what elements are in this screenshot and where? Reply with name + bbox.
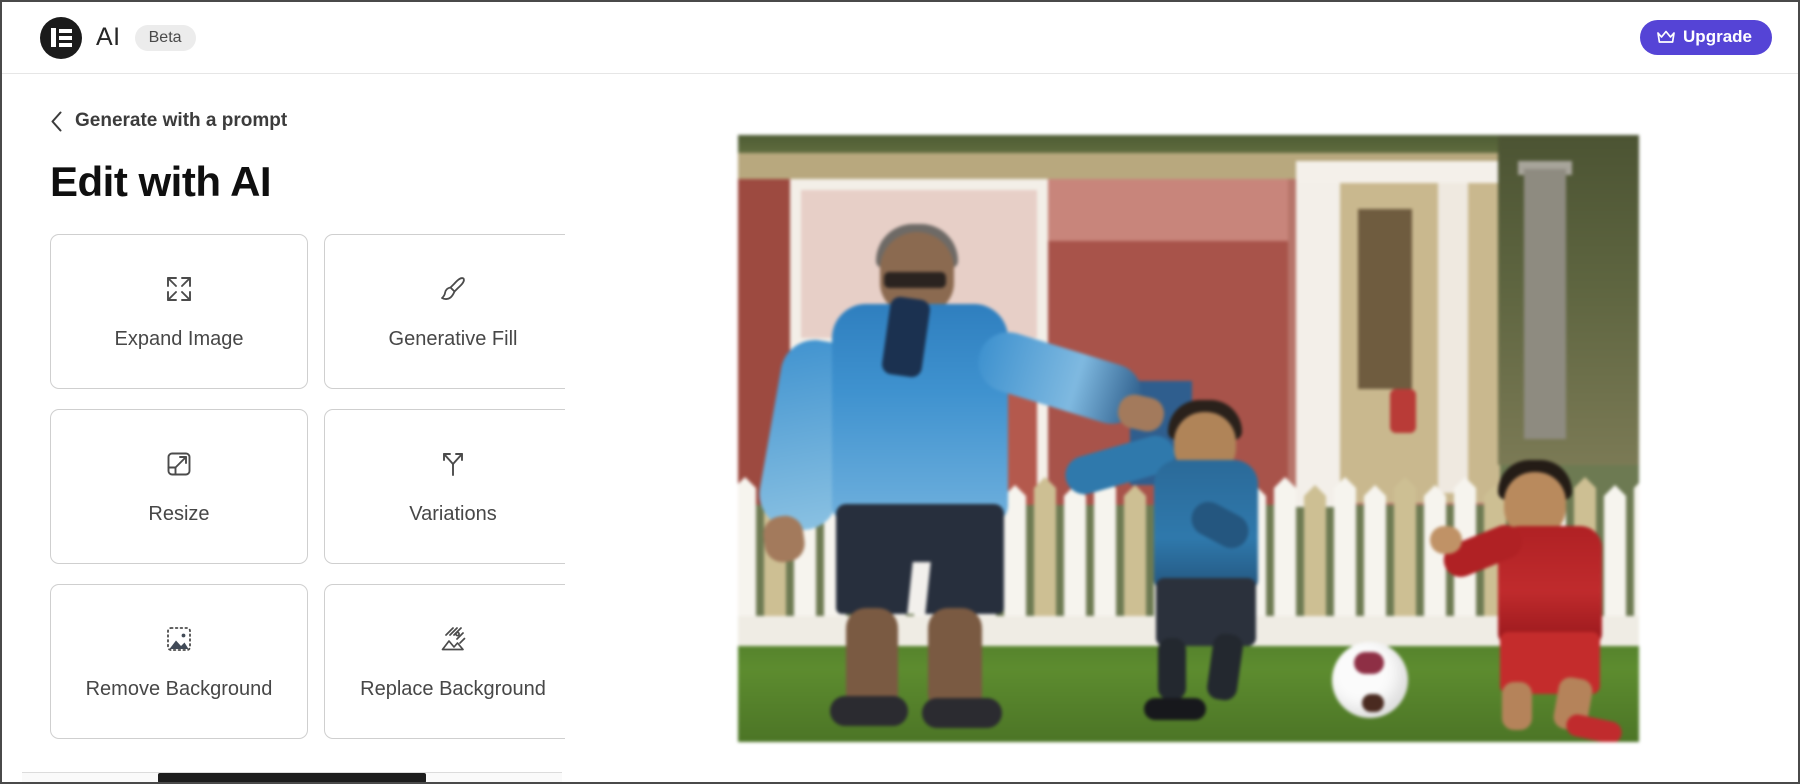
app-title: AI <box>96 23 121 51</box>
tool-card-label: Expand Image <box>114 328 244 350</box>
upgrade-button-label: Upgrade <box>1683 27 1752 46</box>
sidebar-scrollbar-thumb[interactable] <box>158 773 426 782</box>
beta-badge: Beta <box>134 24 196 51</box>
replace-background-icon <box>438 622 468 656</box>
tool-card-grid: Expand Image Generative Fill Resize Vari… <box>50 234 584 739</box>
tool-card-label: Replace Background <box>360 678 546 700</box>
image-preview[interactable] <box>738 135 1639 742</box>
back-to-generate-link[interactable]: Generate with a prompt <box>50 110 287 132</box>
elementor-logo-icon <box>40 16 82 59</box>
tool-card-variations[interactable]: Variations <box>324 409 582 564</box>
tool-card-expand-image[interactable]: Expand Image <box>50 234 308 389</box>
ai-image-editor-window: AI Beta Upgrade Generate with a prompt E… <box>0 0 1800 784</box>
sidebar-horizontal-scrollbar[interactable] <box>22 772 562 782</box>
chimney <box>1524 169 1566 439</box>
preview-canvas <box>565 74 1798 782</box>
tool-card-label: Remove Background <box>85 678 273 700</box>
resize-square-icon <box>164 447 194 481</box>
sidebar: Generate with a prompt Edit with AI Expa… <box>2 74 582 782</box>
tool-card-resize[interactable]: Resize <box>50 409 308 564</box>
back-link-label: Generate with a prompt <box>75 110 288 131</box>
tool-card-label: Generative Fill <box>388 328 518 350</box>
remove-background-icon <box>164 622 194 656</box>
boy-in-blue-figure <box>1060 386 1338 720</box>
soccer-ball <box>1332 642 1408 718</box>
adult-figure <box>754 220 1168 728</box>
tool-card-remove-background[interactable]: Remove Background <box>50 584 308 739</box>
expand-arrows-icon <box>164 272 194 306</box>
paint-brush-icon <box>438 272 468 306</box>
tool-card-label: Variations <box>409 503 497 525</box>
upgrade-button[interactable]: Upgrade <box>1640 20 1772 55</box>
tool-card-label: Resize <box>148 503 210 525</box>
branch-arrows-icon <box>438 447 468 481</box>
chevron-left-icon <box>51 111 62 131</box>
tool-card-replace-background[interactable]: Replace Background <box>324 584 582 739</box>
crown-icon <box>1657 30 1675 43</box>
brand: AI Beta <box>40 16 196 59</box>
tool-card-generative-fill[interactable]: Generative Fill <box>324 234 582 389</box>
boy-in-red-figure <box>1430 442 1638 742</box>
page-title: Edit with AI <box>50 158 272 205</box>
app-header: AI Beta Upgrade <box>2 2 1798 74</box>
